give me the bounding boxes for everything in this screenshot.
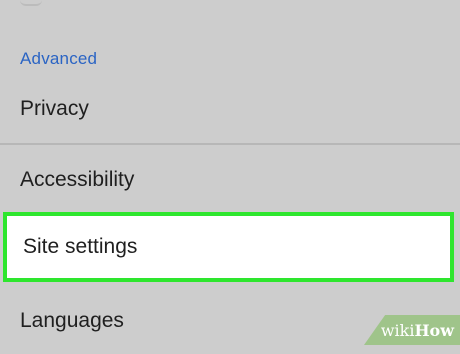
settings-item-accessibility[interactable]: Accessibility bbox=[0, 147, 460, 213]
settings-item-site-settings[interactable]: Site settings bbox=[3, 212, 454, 282]
divider bbox=[0, 143, 460, 145]
cropped-previous-item bbox=[0, 0, 460, 8]
settings-item-label: Accessibility bbox=[20, 168, 135, 191]
settings-item-label: Languages bbox=[20, 309, 124, 332]
watermark-prefix: wiki bbox=[380, 321, 415, 340]
watermark-suffix: How bbox=[414, 321, 454, 340]
settings-item-label: Site settings bbox=[23, 235, 138, 258]
section-header-advanced: Advanced bbox=[20, 49, 98, 68]
settings-item-label: Privacy bbox=[20, 97, 89, 120]
settings-item-privacy[interactable]: Privacy bbox=[0, 76, 460, 142]
cropped-icon bbox=[20, 0, 42, 6]
watermark-text: wikiHow bbox=[381, 321, 454, 340]
